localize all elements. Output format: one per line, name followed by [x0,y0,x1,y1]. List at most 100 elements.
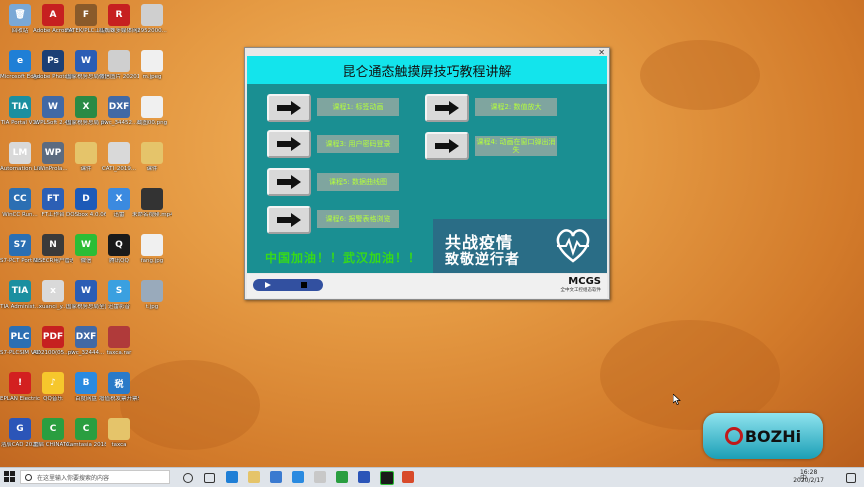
taskbar-search-input[interactable]: 在这里输入你要搜索的内容 [20,470,170,484]
app-icon: WP [42,142,64,164]
desktop-icon[interactable]: fang.jpg [132,234,172,265]
desktop-icon-label: taxca.rar [106,350,132,356]
app-icon: ♪ [42,372,64,394]
search-placeholder: 在这里输入你要搜索的内容 [37,474,110,482]
app-icon: TIA [9,96,31,118]
app-icon: A [42,4,64,26]
app-icon: PLC [9,326,31,348]
desktop-icon[interactable]: 税增值税发票开票软件... [99,372,139,403]
app-icon: CC [9,188,31,210]
app-taskbar-icon[interactable] [380,471,394,485]
app-icon: 税 [108,372,130,394]
app-icon: F [75,4,97,26]
app-icon [141,234,163,256]
app-icon: C [42,418,64,440]
desktop-icon[interactable]: m.jpeg [132,50,172,81]
desktop-icon[interactable]: 2952000... [132,4,172,35]
app-icon [141,188,163,210]
app-icon: DXF [75,326,97,348]
store-taskbar-icon[interactable] [270,471,282,483]
app-icon [141,96,163,118]
cortana-icon[interactable] [183,473,193,483]
play-icon[interactable] [265,282,271,288]
windows-start-icon[interactable] [4,471,16,483]
lesson-4-label: 课程4: 动画在窗口弹出消失 [475,136,557,156]
media-player-control[interactable] [253,279,323,291]
lesson-3-button[interactable] [267,130,311,158]
heart-pulse-icon [556,229,590,263]
logo-text: BOZHi [744,426,802,446]
epidemic-banner: 共战疫情 致敬逆行者 [433,219,607,273]
app-icon [141,142,163,164]
lesson-6-button[interactable] [267,206,311,234]
lesson-5-button[interactable] [267,168,311,196]
app-icon [108,50,130,72]
app-icon [141,280,163,302]
app-icon: e [9,50,31,72]
app-icon [108,418,130,440]
desktop-icon[interactable]: 课件 [132,142,172,173]
app-icon [141,4,163,26]
lesson-1-button[interactable] [267,94,311,122]
app-icon: R [108,4,130,26]
taskbar-clock[interactable]: 16:28 2020/2/17 [793,469,824,485]
desktop-icon[interactable]: taxca [99,418,139,449]
app-icon [75,142,97,164]
notification-icon[interactable] [846,473,856,483]
desktop-icon-label: 课件 [146,166,158,172]
app-icon: Q [108,234,130,256]
desktop-icon[interactable]: 截图00.png [132,96,172,127]
app-icon [108,142,130,164]
desktop-icon-label: 未命名视频.mp4 [132,212,172,218]
stop-icon[interactable] [301,282,307,288]
app-icon: x [42,280,64,302]
lesson-2-label: 课程2: 数值放大 [475,98,557,116]
edge-taskbar-icon[interactable] [226,471,238,483]
mouse-cursor-icon [673,394,681,405]
app-icon: LM [9,142,31,164]
recorder-taskbar-icon[interactable] [402,471,414,483]
lesson-2-button[interactable] [425,94,469,122]
lesson-4-button[interactable] [425,132,469,160]
app-icon: S [108,280,130,302]
desktop-icon-label: 截图00.png [136,120,168,126]
slogan-text: 中国加油！！武汉加油！！ [265,251,422,265]
search-icon [25,474,32,481]
app-icon: X [108,188,130,210]
arrow-right-icon [277,101,301,115]
app-icon: X [75,96,97,118]
mail-taskbar-icon[interactable] [292,471,304,483]
desktop-icon-label: fang.jpg [140,258,164,264]
app-icon: D [75,188,97,210]
taskbar: 在这里输入你要搜索的内容 中 16:28 2020/2/17 [0,467,864,487]
dosbox-taskbar-icon[interactable] [314,471,326,483]
folder-taskbar-icon[interactable] [248,471,260,483]
mcgs-window[interactable]: ✕ 昆仑通态触摸屏技巧教程讲解 课程1: 标签动画 课程2: 数值放大 课程3:… [244,47,610,300]
task-view-icon[interactable] [204,473,215,483]
camtasia-taskbar-icon[interactable] [336,471,348,483]
lesson-6-label: 课程6: 报警表格浏览 [317,210,399,228]
app-icon: G [9,418,31,440]
arrow-right-icon [435,139,459,153]
arrow-right-icon [277,213,301,227]
arrow-right-icon [277,175,301,189]
banner-line2: 致敬逆行者 [445,252,520,268]
gear-icon [724,427,743,445]
arrow-right-icon [277,137,301,151]
lesson-3-label: 课程3: 用户密码登录 [317,135,399,153]
app-icon: W [75,280,97,302]
desktop-icon[interactable]: t.jpg [132,280,172,311]
clock-time: 16:28 [799,469,818,476]
lesson-1-label: 课程1: 标签动画 [317,98,399,116]
app-icon [141,50,163,72]
app-icon: TIA [9,280,31,302]
app-icon: S7 [9,234,31,256]
app-icon [108,326,130,348]
app-icon: 🗑 [9,4,31,26]
brand-subtitle: 全中文工控组态软件 [560,288,602,293]
desktop-icon[interactable]: 未命名视频.mp4 [132,188,172,219]
app-icon: ! [9,372,31,394]
mcgs-taskbar-icon[interactable] [358,471,370,483]
brand-name: MCGS [568,276,601,287]
desktop-icon[interactable]: taxca.rar [99,326,139,357]
